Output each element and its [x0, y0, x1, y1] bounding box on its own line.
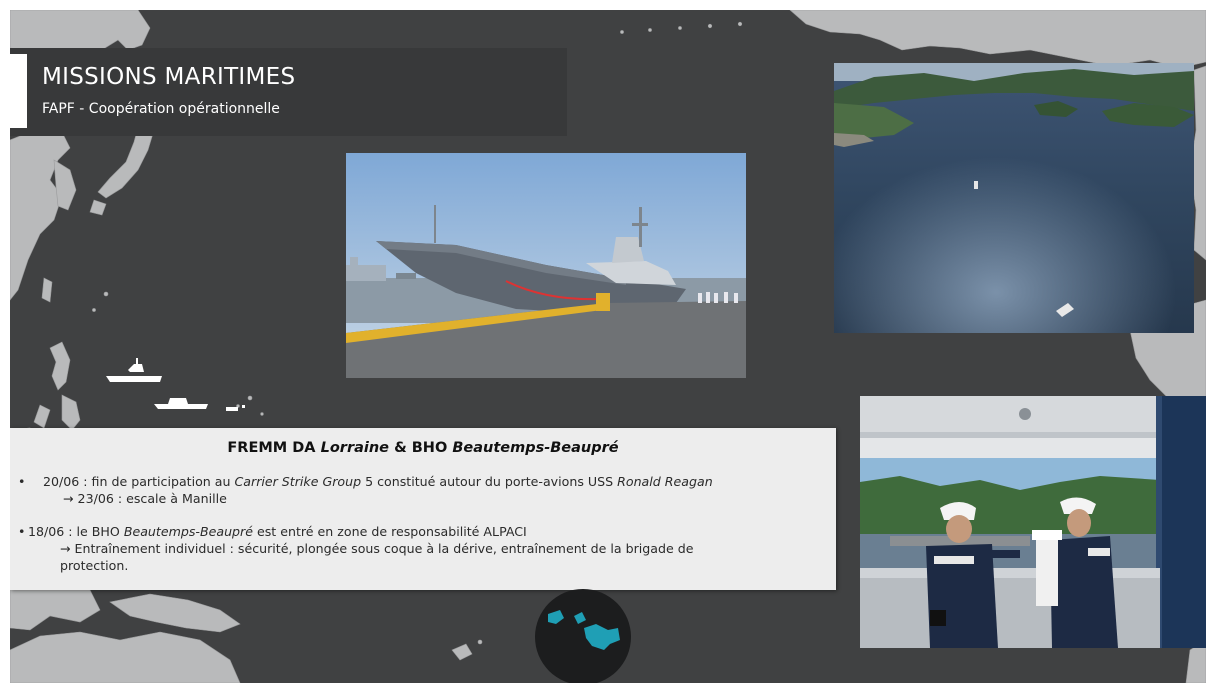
bullet-2-line-1: 18/06 : le BHO Beautemps-Beaupré est ent…	[28, 524, 830, 539]
info-box-title: FREMM DA Lorraine & BHO Beautemps-Beaupr…	[10, 440, 836, 456]
text-run: 18/06 : le BHO	[28, 524, 124, 539]
photo-aerial-bay	[834, 63, 1194, 333]
text-run: 5 constitué autour du porte-avions USS	[361, 474, 618, 489]
slide-subtitle: FAPF - Coopération opérationnelle	[42, 101, 280, 117]
french-polynesia-locator-icon	[535, 589, 631, 683]
mission-info-box: FREMM DA Lorraine & BHO Beautemps-Beaupr…	[10, 428, 836, 590]
bullet-1-line-1: 20/06 : fin de participation au Carrier …	[43, 474, 830, 489]
text-run-italic: Ronald Reagan	[617, 474, 713, 489]
bullet-2-line-2: → Entraînement individuel : sécurité, pl…	[60, 541, 694, 556]
photo-frigate-at-pier	[346, 153, 746, 378]
bullet-dot: •	[18, 474, 26, 489]
bullet-2-line-3: protection.	[60, 558, 129, 573]
title-ship-beautemps-beaupre: Beautemps-Beaupré	[452, 440, 619, 456]
title-mid: & BHO	[389, 440, 453, 456]
slide: MISSIONS MARITIMES FAPF - Coopération op…	[10, 10, 1206, 683]
text-run-italic: Carrier Strike Group	[234, 474, 362, 489]
bullet-dot: •	[18, 524, 26, 539]
text-run: 20/06 : fin de participation au	[43, 474, 235, 489]
bullet-1-line-2: → 23/06 : escale à Manille	[63, 491, 227, 506]
title-prefix: FREMM DA	[227, 440, 321, 456]
text-run-italic: Beautemps-Beaupré	[123, 524, 253, 539]
bullet-item-2: • 18/06 : le BHO Beautemps-Beaupré est e…	[18, 524, 830, 573]
title-band	[10, 48, 567, 136]
title-ship-lorraine: Lorraine	[320, 440, 390, 456]
title-accent-bar	[10, 54, 27, 128]
ship-markers	[106, 358, 245, 411]
slide-title: MISSIONS MARITIMES	[42, 64, 296, 90]
bullet-item-1: • 20/06 : fin de participation au Carrie…	[18, 474, 830, 506]
text-run: est entré en zone de responsabilité ALPA…	[252, 524, 527, 539]
photo-sailors-on-bridge-wing	[860, 396, 1206, 648]
